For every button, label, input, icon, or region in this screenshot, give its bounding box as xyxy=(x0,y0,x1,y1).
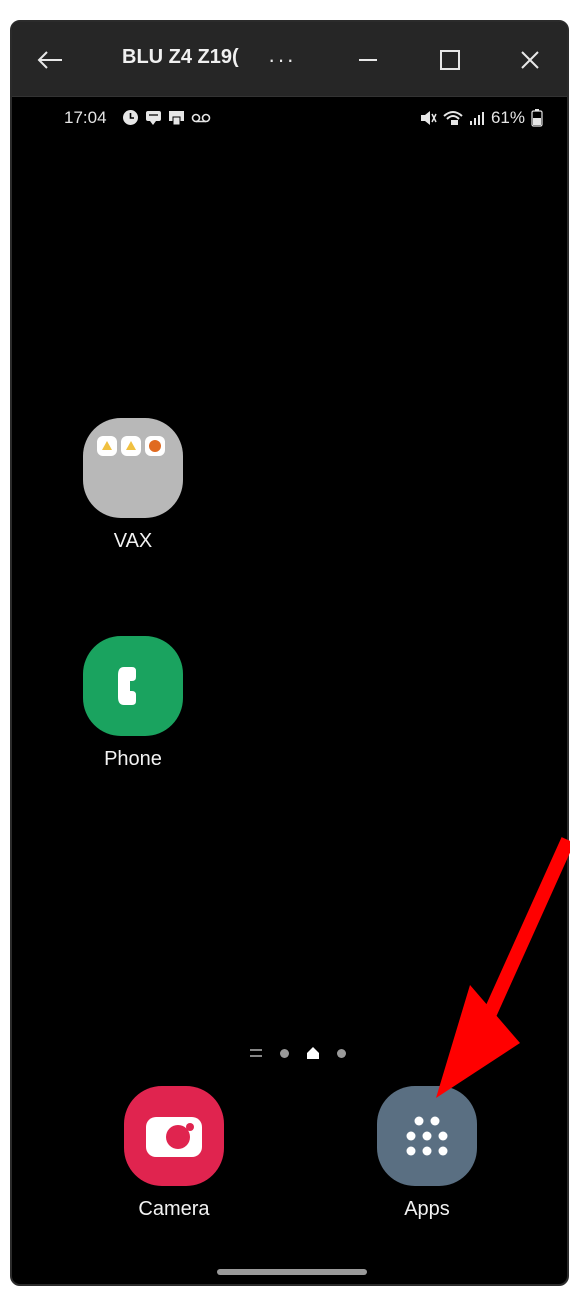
message-icon xyxy=(146,111,161,125)
phone-icon xyxy=(83,636,183,736)
back-button[interactable] xyxy=(30,40,70,80)
camera-icon xyxy=(124,1086,224,1186)
page-dot[interactable] xyxy=(280,1048,289,1058)
maximize-button[interactable] xyxy=(430,40,470,80)
mute-icon xyxy=(420,111,437,125)
wifi-calling-icon xyxy=(443,111,463,125)
back-arrow-icon xyxy=(37,51,62,69)
status-time: 17:04 xyxy=(64,108,107,127)
apps-drawer-button[interactable]: Apps xyxy=(367,1086,487,1221)
screen-mirror-icon xyxy=(169,111,184,126)
app-label: Apps xyxy=(404,1198,450,1220)
minimize-icon xyxy=(359,59,377,61)
vax-folder[interactable]: VAX xyxy=(73,418,193,553)
system-status: 61% xyxy=(419,108,543,128)
battery-icon xyxy=(531,109,543,127)
menu-lines-icon xyxy=(250,1049,262,1057)
home-page-icon[interactable] xyxy=(307,1047,319,1059)
page-dot[interactable] xyxy=(337,1048,346,1058)
window-titlebar: BLU Z4 Z19( ··· xyxy=(12,22,567,97)
app-label: Phone xyxy=(104,748,162,770)
camera-app[interactable]: Camera xyxy=(114,1086,234,1221)
minimize-button[interactable] xyxy=(348,40,388,80)
maximize-icon xyxy=(440,50,460,70)
window-title: BLU Z4 Z19( xyxy=(122,46,239,68)
folder-icon xyxy=(83,418,183,518)
close-button[interactable] xyxy=(510,40,550,80)
app-label: VAX xyxy=(113,530,153,552)
battery-percent: 61% xyxy=(490,108,525,127)
navigation-handle[interactable] xyxy=(217,1269,367,1275)
phone-mirror-window: BLU Z4 Z19( ··· 17:04 61% VAX Phone Came… xyxy=(10,20,569,1286)
clock-icon xyxy=(123,110,138,125)
signal-icon xyxy=(469,112,484,125)
apps-grid-icon xyxy=(377,1086,477,1186)
voicemail-icon xyxy=(191,113,211,122)
close-icon xyxy=(521,51,539,69)
app-label: Camera xyxy=(138,1198,210,1220)
phone-app[interactable]: Phone xyxy=(73,636,193,771)
notification-icons xyxy=(122,109,211,126)
status-bar: 17:04 61% xyxy=(12,100,567,136)
page-indicator[interactable] xyxy=(250,1047,346,1059)
more-button[interactable]: ··· xyxy=(262,40,302,80)
